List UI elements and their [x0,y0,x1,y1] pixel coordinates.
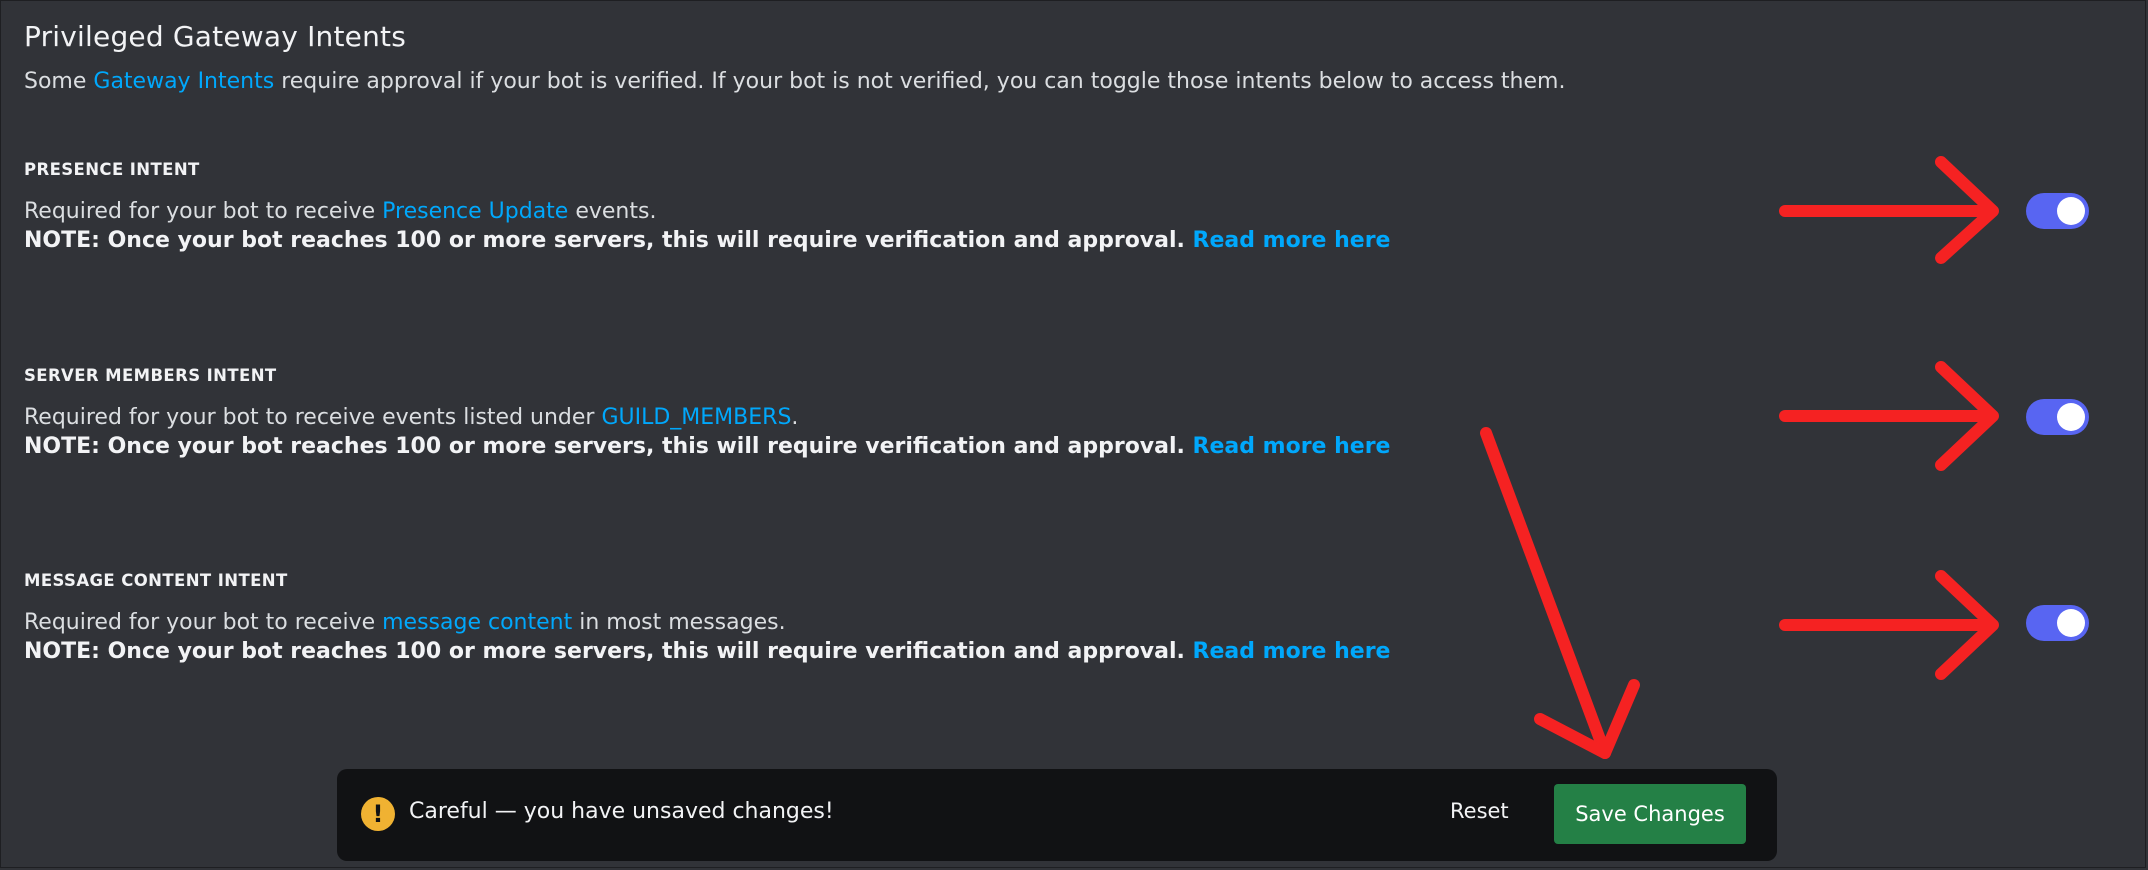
intent-description: Required for your bot to receive events … [24,405,1390,430]
server-members-intent-toggle[interactable] [2026,399,2089,435]
guild-members-link[interactable]: GUILD_MEMBERS [601,405,791,430]
arrow-down-icon [1480,427,1640,759]
page-subtitle: Some Gateway Intents require approval if… [24,69,1565,94]
arrow-right-icon [1779,570,1999,680]
unsaved-changes-bar: ! Careful — you have unsaved changes! Re… [337,769,1777,861]
read-more-link[interactable]: Read more here [1193,434,1391,459]
read-more-link[interactable]: Read more here [1193,228,1391,253]
toggle-knob [2057,197,2085,225]
subtitle-suffix: require approval if your bot is verified… [274,69,1566,94]
intent-desc-suffix: events. [568,199,657,224]
intent-note: NOTE: Once your bot reaches 100 or more … [24,434,1390,459]
intent-note: NOTE: Once your bot reaches 100 or more … [24,639,1390,664]
intent-note-text: NOTE: Once your bot reaches 100 or more … [24,228,1193,253]
intent-description: Required for your bot to receive Presenc… [24,199,1390,224]
intent-desc-suffix: in most messages. [572,610,786,635]
intent-desc-prefix: Required for your bot to receive [24,199,383,224]
intent-description: Required for your bot to receive message… [24,610,1390,635]
intent-note: NOTE: Once your bot reaches 100 or more … [24,228,1390,253]
intent-note-text: NOTE: Once your bot reaches 100 or more … [24,639,1193,664]
intent-desc-suffix: . [791,405,799,430]
message-content-link[interactable]: message content [382,610,572,635]
intent-heading: SERVER MEMBERS INTENT [24,366,277,385]
toggle-knob [2057,609,2085,637]
page: Privileged Gateway Intents Some Gateway … [0,0,2146,868]
gateway-intents-link[interactable]: Gateway Intents [93,69,274,94]
intent-desc-prefix: Required for your bot to receive events … [24,405,602,430]
message-content-intent-section: MESSAGE CONTENT INTENT Required for your… [24,571,1390,664]
arrow-right-icon [1779,361,1999,471]
server-members-intent-section: SERVER MEMBERS INTENT Required for your … [24,366,1390,459]
subtitle-prefix: Some [24,69,94,94]
read-more-link[interactable]: Read more here [1193,639,1391,664]
presence-intent-toggle[interactable] [2026,193,2089,229]
presence-update-link[interactable]: Presence Update [382,199,568,224]
page-title: Privileged Gateway Intents [24,20,407,53]
toggle-knob [2057,403,2085,431]
intent-desc-prefix: Required for your bot to receive [24,610,383,635]
intent-note-text: NOTE: Once your bot reaches 100 or more … [24,434,1193,459]
unsaved-changes-text: Careful — you have unsaved changes! [409,799,834,824]
intent-heading: MESSAGE CONTENT INTENT [24,571,288,590]
arrow-right-icon [1779,156,1999,264]
intent-heading: PRESENCE INTENT [24,160,200,179]
exclamation-icon: ! [361,797,395,831]
message-content-intent-toggle[interactable] [2026,605,2089,641]
presence-intent-section: PRESENCE INTENT Required for your bot to… [24,160,1390,253]
save-changes-button[interactable]: Save Changes [1554,784,1746,844]
reset-button[interactable]: Reset [1450,799,1509,823]
